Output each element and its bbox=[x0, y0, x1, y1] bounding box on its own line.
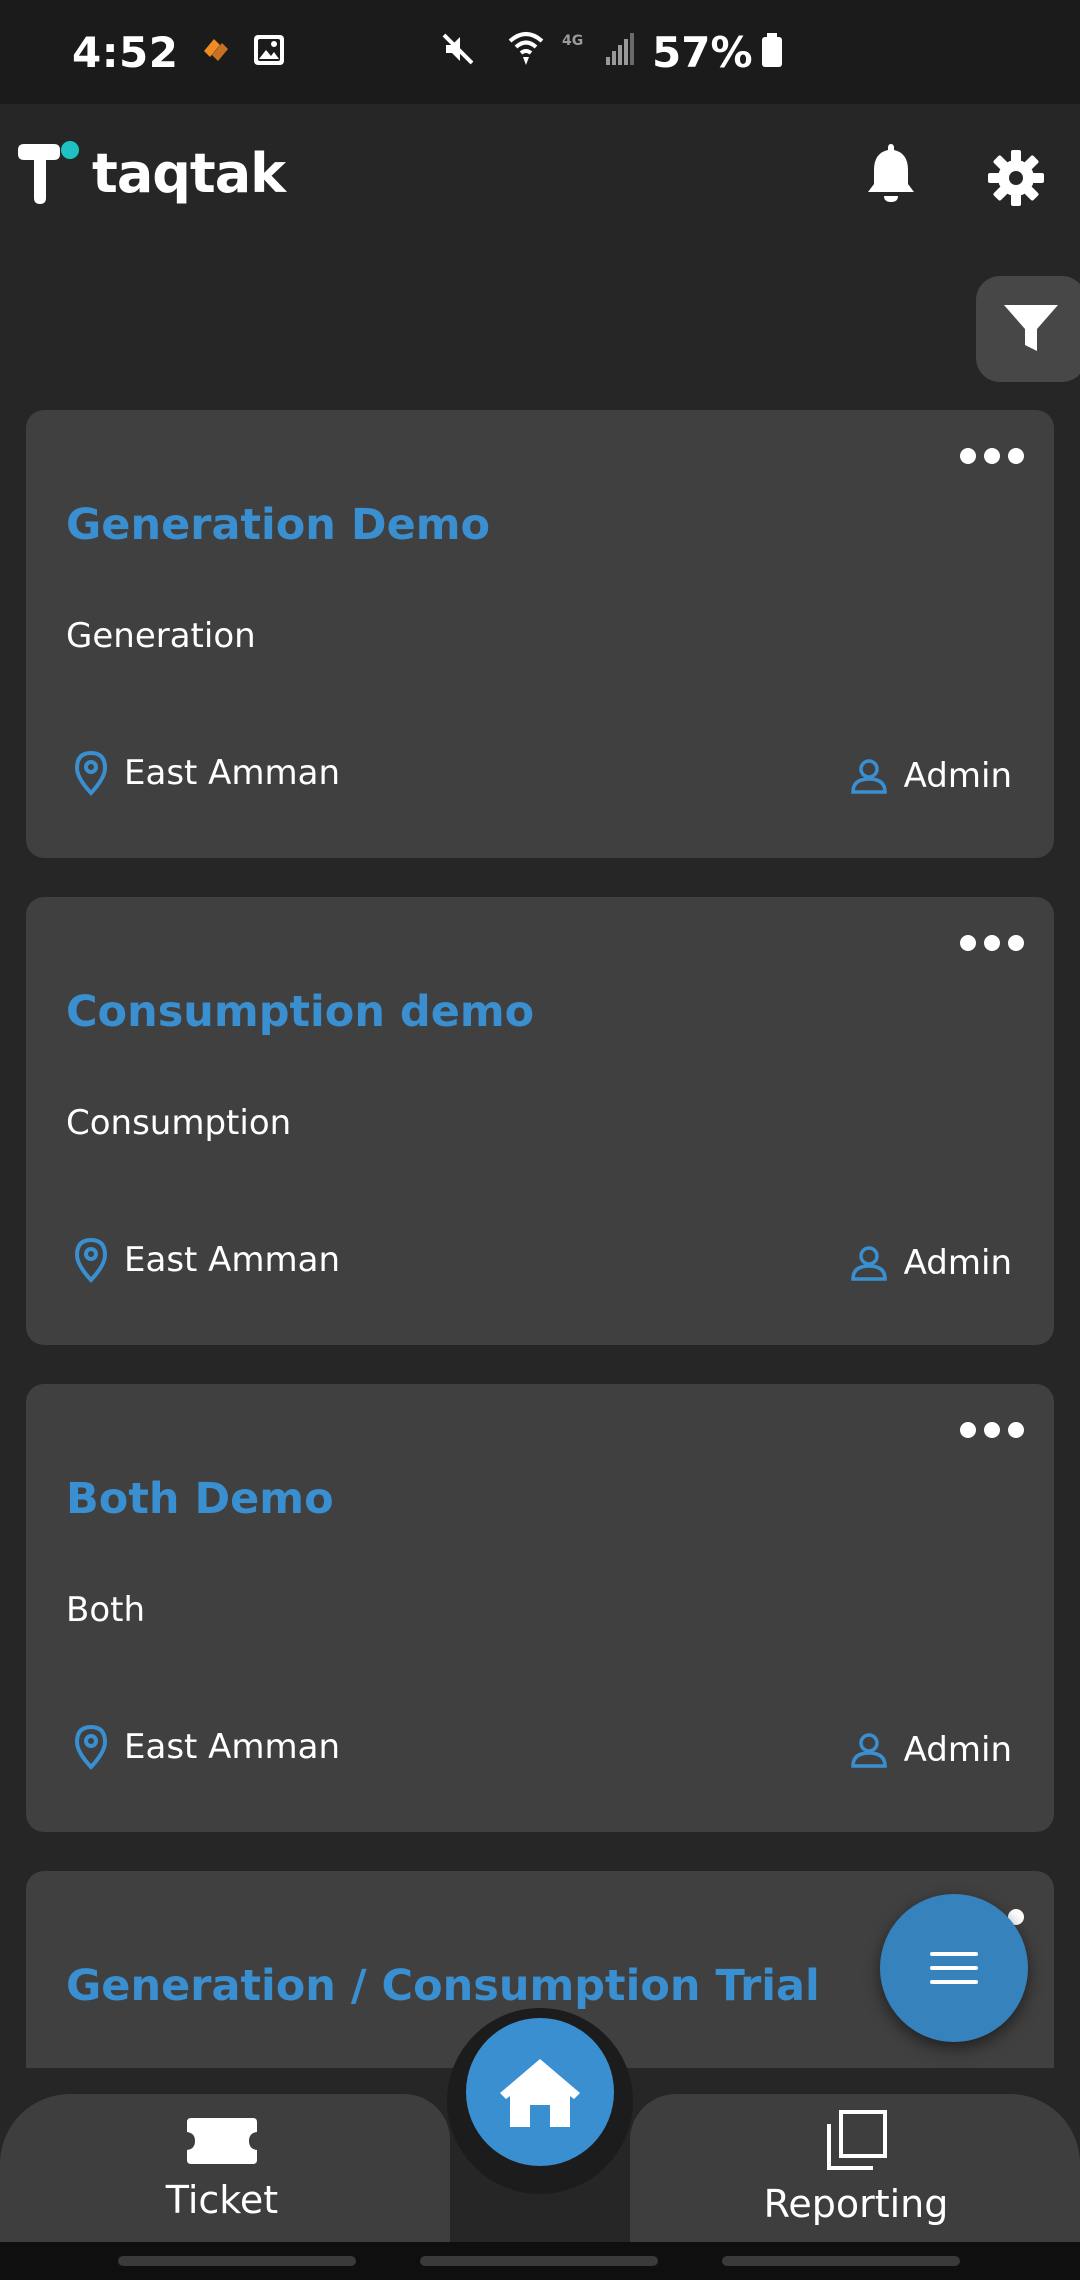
mute-icon bbox=[440, 28, 476, 77]
copy-pages-icon bbox=[827, 2110, 887, 2170]
gesture-segment bbox=[722, 2256, 960, 2266]
project-card[interactable]: Consumption demo Consumption East Amman … bbox=[26, 897, 1054, 1345]
nav-ticket[interactable]: Ticket bbox=[140, 2116, 304, 2222]
notification-icon bbox=[196, 28, 234, 77]
location-pin-icon bbox=[74, 1724, 108, 1770]
gesture-segment bbox=[420, 2256, 658, 2266]
user-text: Admin bbox=[903, 756, 1012, 796]
user-icon bbox=[850, 759, 887, 794]
location-text: East Amman bbox=[124, 753, 341, 793]
gesture-segment bbox=[118, 2256, 356, 2266]
card-location: East Amman bbox=[74, 1724, 340, 1770]
bell-icon[interactable] bbox=[862, 140, 920, 204]
gear-icon[interactable] bbox=[988, 150, 1044, 206]
card-location: East Amman bbox=[74, 750, 340, 796]
location-text: East Amman bbox=[124, 1240, 341, 1280]
location-text: East Amman bbox=[124, 1727, 341, 1767]
nav-reporting[interactable]: Reporting bbox=[756, 2110, 956, 2226]
battery-percent: 57% bbox=[652, 27, 753, 77]
location-pin-icon bbox=[74, 750, 108, 796]
location-pin-icon bbox=[74, 1237, 108, 1283]
image-icon bbox=[252, 28, 286, 77]
user-icon bbox=[850, 1246, 887, 1281]
hamburger-icon bbox=[930, 1952, 978, 1984]
filter-button[interactable] bbox=[976, 276, 1080, 382]
card-type: Generation bbox=[66, 616, 256, 656]
card-user: Admin bbox=[850, 1730, 1012, 1770]
battery-icon bbox=[761, 28, 783, 77]
filter-icon bbox=[1004, 305, 1058, 351]
home-button[interactable] bbox=[466, 2018, 614, 2166]
card-user: Admin bbox=[850, 756, 1012, 796]
card-location: East Amman bbox=[74, 1237, 340, 1283]
user-icon bbox=[850, 1733, 887, 1768]
app-header: taqtak bbox=[0, 104, 1080, 254]
user-text: Admin bbox=[903, 1243, 1012, 1283]
more-options-icon[interactable] bbox=[960, 446, 1024, 466]
status-left: 4:52 bbox=[72, 28, 286, 77]
logo-mark-icon bbox=[18, 141, 79, 204]
card-type: Both bbox=[66, 1590, 146, 1630]
menu-fab-button[interactable] bbox=[880, 1894, 1028, 2042]
card-title: Generation Demo bbox=[66, 500, 491, 550]
system-gesture-bar bbox=[0, 2242, 1080, 2280]
more-options-icon[interactable] bbox=[960, 1420, 1024, 1440]
logo-text: taqtak bbox=[92, 141, 286, 205]
app-logo: taqtak bbox=[14, 140, 286, 206]
signal-icon: 4G bbox=[562, 28, 636, 77]
more-options-icon[interactable] bbox=[960, 933, 1024, 953]
card-title: Both Demo bbox=[66, 1474, 334, 1524]
ticket-icon bbox=[187, 2118, 257, 2164]
status-time: 4:52 bbox=[72, 27, 179, 77]
project-card[interactable]: Generation Demo Generation East Amman Ad… bbox=[26, 410, 1054, 858]
project-card[interactable]: Both Demo Both East Amman Admin bbox=[26, 1384, 1054, 1832]
card-title: Consumption demo bbox=[66, 987, 535, 1037]
card-user: Admin bbox=[850, 1243, 1012, 1283]
screen: 4:52 4G 57% taqtak Generation Demo Gener… bbox=[0, 0, 1080, 2280]
nav-reporting-label: Reporting bbox=[763, 2182, 949, 2226]
card-type: Consumption bbox=[66, 1103, 292, 1143]
user-text: Admin bbox=[903, 1730, 1012, 1770]
home-icon bbox=[500, 2059, 580, 2127]
wifi-icon bbox=[506, 27, 546, 77]
nav-ticket-label: Ticket bbox=[165, 2178, 279, 2222]
card-title: Generation / Consumption Trial bbox=[66, 1961, 820, 2011]
status-bar: 4:52 4G 57% bbox=[0, 0, 1080, 104]
svg-text:4G: 4G bbox=[562, 33, 583, 49]
status-right: 4G 57% bbox=[440, 0, 783, 104]
